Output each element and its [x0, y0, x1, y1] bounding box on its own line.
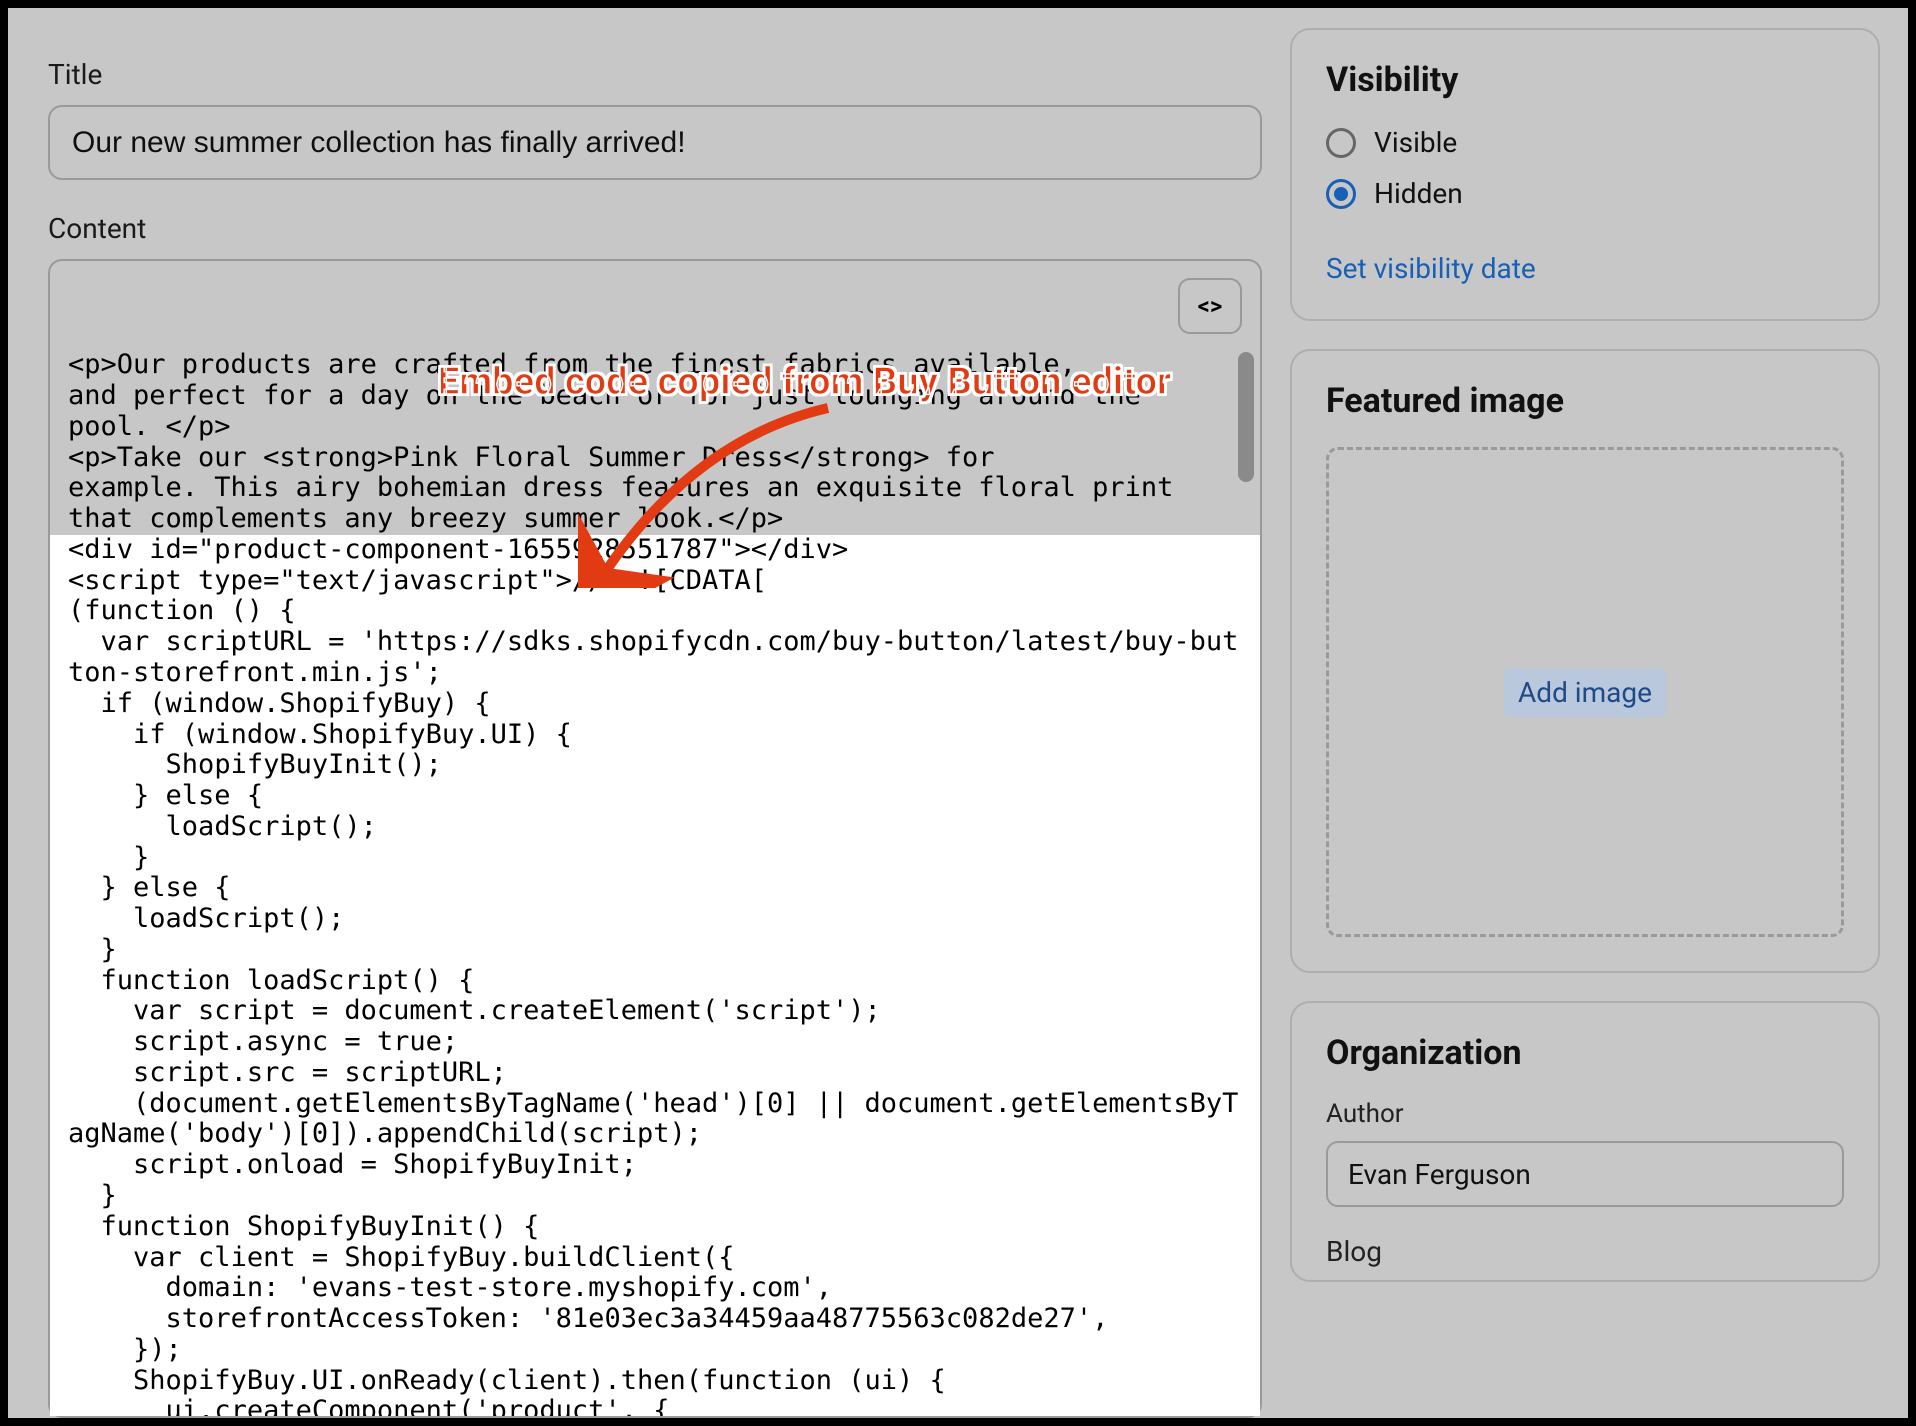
author-value: Evan Ferguson	[1348, 1158, 1531, 1191]
blog-label-cutoff: Blog	[1326, 1235, 1844, 1268]
toggle-code-button[interactable]: <>	[1178, 278, 1242, 334]
code-area[interactable]: <p>Our products are crafted from the fin…	[50, 350, 1260, 1416]
code-icon: <>	[1198, 292, 1223, 320]
main-column: Title Content <> <p>Our products are cra…	[48, 8, 1262, 1418]
organization-card: Organization Author Evan Ferguson Blog	[1290, 1001, 1880, 1282]
existing-content-code: <p>Our products are crafted from the fin…	[50, 350, 1260, 535]
scrollbar-thumb[interactable]	[1238, 352, 1254, 482]
radio-label: Hidden	[1374, 177, 1463, 210]
featured-image-title: Featured image	[1326, 381, 1844, 421]
author-select[interactable]: Evan Ferguson	[1326, 1141, 1844, 1207]
visibility-option-hidden[interactable]: Hidden	[1326, 177, 1844, 210]
editor-toolbar: <>	[50, 261, 1260, 350]
radio-icon	[1326, 179, 1356, 209]
organization-title: Organization	[1326, 1033, 1844, 1073]
visibility-option-visible[interactable]: Visible	[1326, 126, 1844, 159]
add-image-button[interactable]: Add image	[1504, 668, 1666, 717]
visibility-card: Visibility Visible Hidden Set visibility…	[1290, 28, 1880, 321]
sidebar: Visibility Visible Hidden Set visibility…	[1290, 8, 1880, 1418]
visibility-title: Visibility	[1326, 60, 1844, 100]
radio-icon	[1326, 128, 1356, 158]
content-label: Content	[48, 212, 1262, 245]
content-editor: <> <p>Our products are crafted from the …	[48, 259, 1262, 1418]
embed-code-block: <div id="product-component-1655928551787…	[50, 535, 1260, 1416]
radio-label: Visible	[1374, 126, 1457, 159]
author-label: Author	[1326, 1099, 1844, 1129]
app-frame: Title Content <> <p>Our products are cra…	[8, 8, 1908, 1418]
image-dropzone[interactable]: Add image	[1326, 447, 1844, 937]
set-visibility-date-link[interactable]: Set visibility date	[1326, 252, 1536, 285]
featured-image-card: Featured image Add image	[1290, 349, 1880, 973]
title-input[interactable]	[48, 105, 1262, 180]
title-label: Title	[48, 58, 1262, 91]
